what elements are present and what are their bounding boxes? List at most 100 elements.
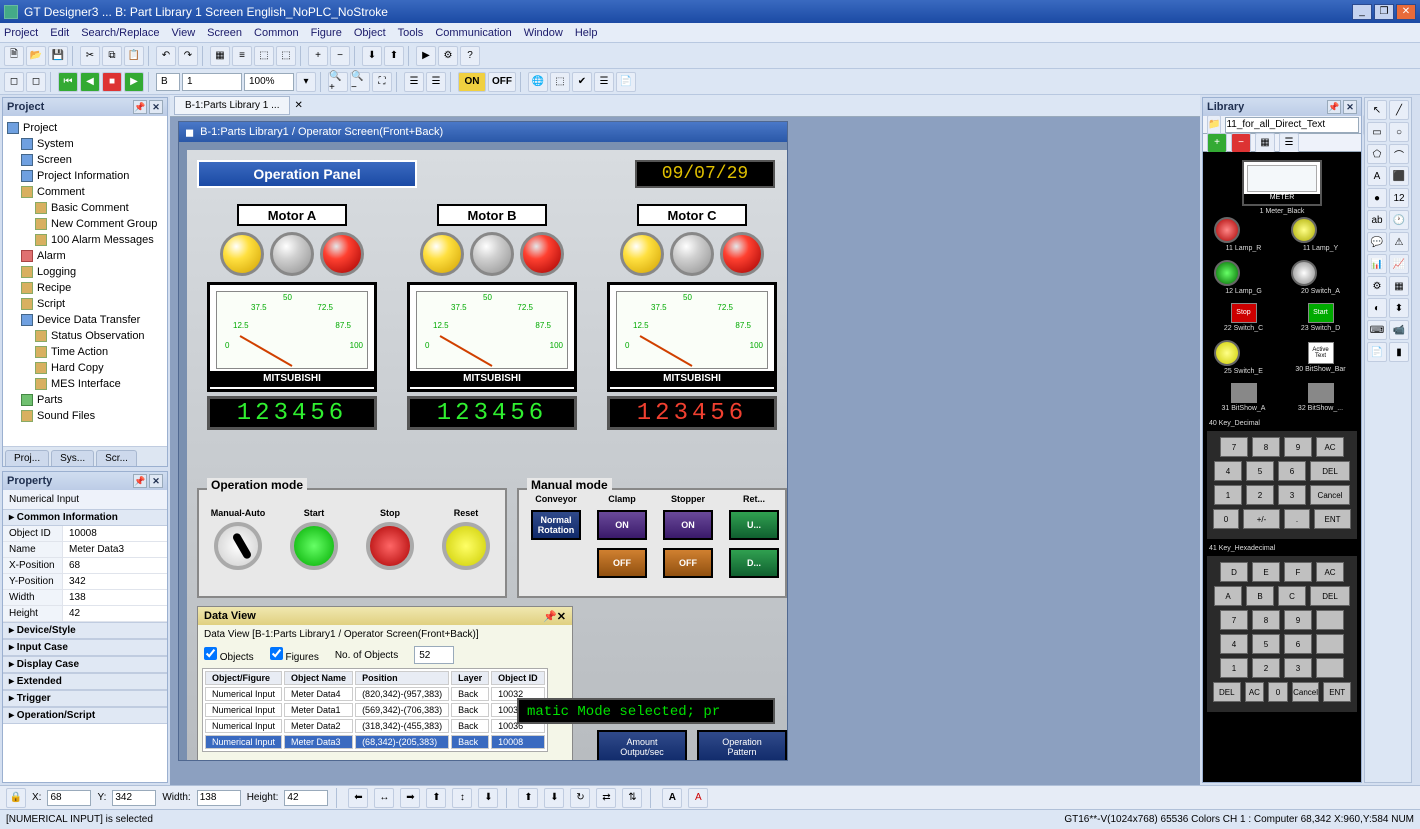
property-group-header[interactable]: ▸ Display Case — [3, 656, 167, 673]
library-item-stop[interactable]: Stop — [1231, 303, 1257, 323]
library-item-lamp-green[interactable] — [1214, 260, 1240, 286]
library-item-active-text[interactable]: Active Text — [1308, 342, 1334, 364]
tree-node[interactable]: Screen — [7, 152, 163, 168]
group-icon[interactable]: ⬚ — [254, 46, 274, 66]
paste-icon[interactable]: 📋 — [124, 46, 144, 66]
tool-rect-icon[interactable]: ▭ — [1367, 122, 1387, 142]
keypad-key[interactable]: 2 — [1246, 485, 1274, 505]
lamp-gray[interactable] — [270, 232, 314, 276]
menu-edit[interactable]: Edit — [50, 27, 69, 39]
keypad-key[interactable]: C — [1278, 586, 1306, 606]
tree-root[interactable]: Project — [23, 120, 57, 136]
tool-text-icon[interactable]: A — [1367, 166, 1387, 186]
check-icon[interactable]: ✔ — [572, 72, 592, 92]
op-button-reset[interactable]: Reset — [435, 508, 497, 570]
document-tab[interactable]: B-1:Parts Library 1 ... — [174, 96, 290, 115]
tree-node[interactable]: Alarm — [7, 248, 163, 264]
op-button-start[interactable]: Start — [283, 508, 345, 570]
objects-checkbox[interactable]: Objects — [204, 647, 254, 663]
keypad-key[interactable]: 3 — [1278, 485, 1306, 505]
keypad-key[interactable]: +/- — [1243, 509, 1280, 529]
menu-common[interactable]: Common — [254, 27, 299, 39]
keypad-key[interactable]: 7 — [1220, 437, 1248, 457]
library-item-bitshow-b[interactable] — [1308, 383, 1334, 403]
align-icon[interactable]: ≡ — [232, 46, 252, 66]
nav-first-icon[interactable]: ⏮ — [58, 72, 78, 92]
keypad-key[interactable]: AC — [1316, 562, 1344, 582]
lamp-red[interactable] — [520, 232, 564, 276]
manual-button[interactable]: ON — [659, 510, 717, 540]
manual-button[interactable]: NormalRotation — [527, 510, 585, 540]
tool-meter-icon[interactable]: ◐ — [1367, 298, 1387, 318]
library-item-keypad-hex[interactable]: DEFACABCDEL789456123DELAC0CancelENT — [1207, 556, 1357, 712]
new-icon[interactable]: 🗎 — [4, 46, 24, 66]
layer-icon[interactable]: ☰ — [404, 72, 424, 92]
keypad-key[interactable]: AC — [1245, 682, 1265, 702]
tool-slider-icon[interactable]: ⬍ — [1389, 298, 1409, 318]
menu-help[interactable]: Help — [575, 27, 598, 39]
tab-project[interactable]: Proj... — [5, 450, 49, 466]
fit-icon[interactable]: ⛶ — [372, 72, 392, 92]
tree-node[interactable]: Project Information — [7, 168, 163, 184]
property-group-header[interactable]: ▸ Operation/Script — [3, 707, 167, 724]
property-group-header[interactable]: ▸ Trigger — [3, 690, 167, 707]
keypad-key[interactable]: B — [1246, 586, 1274, 606]
keypad-key[interactable]: E — [1252, 562, 1280, 582]
property-group-header[interactable]: ▸ Device/Style — [3, 622, 167, 639]
nav-next-icon[interactable]: ▶ — [124, 72, 144, 92]
cut-icon[interactable]: ✂ — [80, 46, 100, 66]
tool-alarm-icon[interactable]: ⚠ — [1389, 232, 1409, 252]
property-group-header[interactable]: ▸ Common Information — [3, 509, 167, 526]
lamp-gray[interactable] — [470, 232, 514, 276]
data-view-window[interactable]: Data View 📌 ✕ Data View [B-1:Parts Libra… — [197, 606, 573, 760]
tool-arc-icon[interactable]: ⌒ — [1389, 144, 1409, 164]
nav-prev-icon[interactable]: ◀ — [80, 72, 100, 92]
keypad-key[interactable]: . — [1284, 509, 1310, 529]
manual-button[interactable]: U... — [725, 510, 783, 540]
library-item-bitshow-a[interactable] — [1231, 383, 1257, 403]
tree-node[interactable]: Time Action — [7, 344, 163, 360]
tree-node[interactable]: Logging — [7, 264, 163, 280]
tool-lamp-icon[interactable]: ● — [1367, 188, 1387, 208]
project-panel-close-icon[interactable]: ✕ — [149, 100, 163, 114]
upload-icon[interactable]: ⬆ — [384, 46, 404, 66]
dev-icon[interactable]: ⬚ — [550, 72, 570, 92]
tool-ascii-icon[interactable]: ab — [1367, 210, 1387, 230]
library-up-icon[interactable]: 📁 — [1207, 115, 1221, 135]
analog-gauge[interactable]: 012.537.55072.587.5100MITSUBISHI — [407, 282, 577, 392]
library-item-start[interactable]: Start — [1308, 303, 1334, 323]
op-button-manual-auto[interactable]: Manual-Auto — [207, 508, 269, 570]
keypad-key[interactable]: 9 — [1284, 610, 1312, 630]
tree-node[interactable]: Sound Files — [7, 408, 163, 424]
grid-icon[interactable]: ▦ — [210, 46, 230, 66]
keypad-key[interactable]: 0 — [1213, 509, 1239, 529]
lamp-yellow[interactable] — [420, 232, 464, 276]
tree-node[interactable]: Comment — [7, 184, 163, 200]
data-view-close-icon[interactable]: ✕ — [557, 610, 566, 623]
zoomout2-icon[interactable]: 🔍− — [350, 72, 370, 92]
manual-button[interactable]: ON — [593, 510, 651, 540]
keypad-key[interactable]: F — [1284, 562, 1312, 582]
property-row[interactable]: Height42 — [3, 606, 167, 622]
open-icon[interactable]: 📂 — [26, 46, 46, 66]
tool-numeric-icon[interactable]: 12 — [1389, 188, 1409, 208]
keypad-key[interactable]: 1 — [1220, 658, 1248, 678]
lamp-red[interactable] — [720, 232, 764, 276]
manual-button[interactable]: OFF — [659, 548, 717, 578]
tool-doc-icon[interactable]: 📄 — [1367, 342, 1387, 362]
keypad-key[interactable]: D — [1220, 562, 1248, 582]
library-view-icon[interactable]: ▦ — [1255, 133, 1275, 153]
sub-button[interactable]: AmountOutput/sec — [597, 730, 687, 760]
ungroup-icon[interactable]: ⬚ — [276, 46, 296, 66]
keypad-key[interactable]: Cancel — [1310, 485, 1350, 505]
keypad-key[interactable]: DEL — [1213, 682, 1241, 702]
screen-type-input[interactable] — [156, 73, 180, 91]
report-icon[interactable]: 📄 — [616, 72, 636, 92]
table-row[interactable]: Numerical InputMeter Data4(820,342)-(957… — [205, 687, 545, 701]
keypad-key[interactable]: 0 — [1268, 682, 1288, 702]
property-row[interactable]: NameMeter Data3 — [3, 542, 167, 558]
keypad-key[interactable]: 4 — [1220, 634, 1248, 654]
zoom-in-icon[interactable]: + — [308, 46, 328, 66]
menu-communication[interactable]: Communication — [435, 27, 511, 39]
property-row[interactable]: X-Position68 — [3, 558, 167, 574]
